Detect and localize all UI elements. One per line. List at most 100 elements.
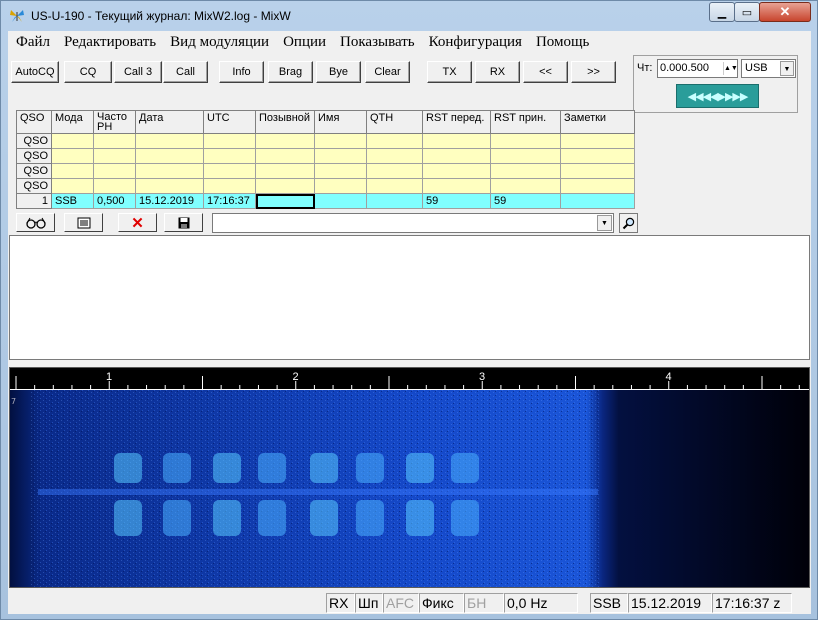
col-qth[interactable]: QTH — [366, 110, 423, 134]
info-button[interactable]: Info — [219, 61, 264, 83]
ruler-label: 4 — [666, 371, 672, 383]
bye-button[interactable]: Bye — [316, 61, 361, 83]
cell-date[interactable]: 15.12.2019 — [135, 193, 204, 209]
col-callsign[interactable]: Позывной — [255, 110, 315, 134]
menu-help[interactable]: Помощь — [528, 34, 595, 51]
menu-view[interactable]: Показывать — [332, 34, 421, 51]
next-button[interactable]: >> — [571, 61, 616, 83]
signal-band — [38, 489, 598, 495]
table-row[interactable]: QSO — [16, 163, 635, 179]
delete-button[interactable]: ✕ — [118, 213, 157, 232]
rx-button[interactable]: RX — [475, 61, 520, 83]
menu-options[interactable]: Опции — [275, 34, 332, 51]
signal-burst — [213, 500, 241, 536]
status-squelch[interactable]: Шп — [355, 593, 383, 613]
menu-modulation[interactable]: Вид модуляции — [162, 34, 275, 51]
main-window: US-U-190 - Текущий журнал: MixW2.log - M… — [0, 0, 818, 620]
ruler-label: 1 — [106, 371, 112, 383]
cell-qth[interactable] — [366, 193, 423, 209]
status-bar: RX Шп AFC Фикс БН 0,0 Hz SSB 15.12.2019 … — [8, 590, 811, 614]
edit-record-button[interactable] — [64, 213, 103, 232]
menu-bar: Файл Редактировать Вид модуляции Опции П… — [8, 31, 811, 53]
signal-burst — [451, 453, 479, 483]
brag-button[interactable]: Brag — [268, 61, 313, 83]
status-date: 15.12.2019 — [628, 593, 712, 613]
clear-button[interactable]: Clear — [365, 61, 410, 83]
log-table: QSO Мода Часто РН Дата UTC Позывной Имя … — [16, 110, 635, 209]
receive-text-area[interactable] — [9, 235, 810, 360]
cell-rst-sent[interactable]: 59 — [422, 193, 491, 209]
cell-mode[interactable]: SSB — [51, 193, 94, 209]
title-bar[interactable]: US-U-190 - Текущий журнал: MixW2.log - M… — [1, 1, 817, 31]
signal-burst — [310, 453, 338, 483]
cell-freq[interactable]: 0,500 — [93, 193, 136, 209]
table-row[interactable]: QSO — [16, 148, 635, 164]
cq-button[interactable]: CQ — [64, 61, 112, 83]
macro-toolbar: AutoCQ CQ Call 3 Call Info Brag Bye Clea… — [8, 57, 633, 83]
log-header-row: QSO Мода Часто РН Дата UTC Позывной Имя … — [16, 110, 635, 134]
signal-burst — [451, 500, 479, 536]
signal-burst — [406, 500, 434, 536]
search-button[interactable] — [619, 213, 638, 233]
cell-name[interactable] — [314, 193, 367, 209]
col-rst-sent[interactable]: RST перед. — [422, 110, 491, 134]
col-mode[interactable]: Мода — [51, 110, 94, 134]
status-offset: 0,0 Hz — [504, 593, 578, 613]
menu-edit[interactable]: Редактировать — [56, 34, 162, 51]
butterfly-icon — [10, 10, 24, 22]
glasses-button[interactable] — [16, 213, 55, 232]
table-row[interactable]: QSO — [16, 178, 635, 194]
current-qso-row[interactable]: 1 SSB 0,500 15.12.2019 17:16:37 59 59 — [16, 193, 635, 209]
save-button[interactable] — [164, 213, 203, 232]
frequency-label: Чт: — [637, 62, 653, 74]
tx-button[interactable]: TX — [427, 61, 472, 83]
mode-select[interactable]: USB ▼ — [741, 59, 796, 78]
signal-burst — [258, 453, 286, 483]
cell-callsign[interactable] — [255, 193, 315, 209]
col-freq[interactable]: Часто РН — [93, 110, 136, 134]
row-label: QSO — [16, 133, 52, 149]
status-bn[interactable]: БН — [464, 593, 504, 613]
signal-burst — [406, 453, 434, 483]
col-rst-rcvd[interactable]: RST прин. — [490, 110, 561, 134]
chevron-down-icon[interactable]: ▼ — [780, 61, 794, 76]
col-date[interactable]: Дата — [135, 110, 204, 134]
signal-burst — [163, 453, 191, 483]
col-notes[interactable]: Заметки — [560, 110, 635, 134]
col-qso[interactable]: QSO — [16, 110, 52, 134]
cell-notes[interactable] — [560, 193, 635, 209]
cell-rst-rcvd[interactable]: 59 — [490, 193, 561, 209]
table-row[interactable]: QSO — [16, 133, 635, 149]
frequency-input[interactable]: 0.000.500 ▲▼ — [657, 59, 738, 78]
search-combo[interactable]: ▼ — [212, 213, 614, 233]
glasses-icon — [25, 217, 46, 229]
log-grid: QSO Мода Часто РН Дата UTC Позывной Имя … — [16, 110, 635, 209]
status-afc[interactable]: AFC — [383, 593, 419, 613]
autocq-button[interactable]: AutoCQ — [11, 61, 59, 83]
waterfall-marker: 7 — [11, 397, 16, 406]
close-button[interactable]: ✕ — [759, 2, 811, 22]
status-rx[interactable]: RX — [326, 593, 355, 613]
menu-file[interactable]: Файл — [8, 34, 56, 51]
spin-icon[interactable]: ▲▼ — [723, 62, 738, 75]
cell-utc[interactable]: 17:16:37 — [203, 193, 256, 209]
maximize-button[interactable]: ▭ — [734, 2, 760, 22]
call3-button[interactable]: Call 3 — [114, 61, 162, 83]
call-button[interactable]: Call — [163, 61, 208, 83]
frequency-ruler: 1 2 3 4 — [10, 371, 809, 390]
signal-burst — [163, 500, 191, 536]
signal-burst — [213, 453, 241, 483]
minimize-button[interactable]: ▁ — [709, 2, 735, 22]
prev-button[interactable]: << — [523, 61, 568, 83]
tune-arrows-button[interactable]: ◀◀◀◀▶▶▶▶ — [676, 84, 759, 108]
status-mode[interactable]: SSB — [590, 593, 628, 613]
waterfall-display[interactable]: 1234 7 — [9, 367, 810, 588]
signal-burst — [356, 453, 384, 483]
menu-configuration[interactable]: Конфигурация — [421, 34, 528, 51]
col-name[interactable]: Имя — [314, 110, 367, 134]
col-utc[interactable]: UTC — [203, 110, 256, 134]
status-fix[interactable]: Фикс — [419, 593, 464, 613]
chevron-down-icon[interactable]: ▼ — [597, 215, 612, 231]
edit-record-icon — [77, 217, 90, 228]
ruler-label: 3 — [479, 371, 485, 383]
